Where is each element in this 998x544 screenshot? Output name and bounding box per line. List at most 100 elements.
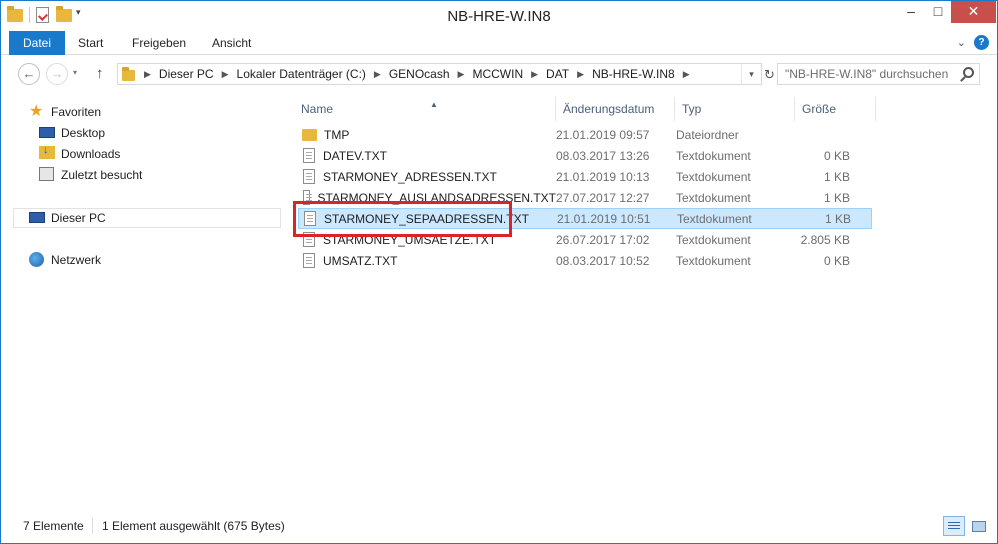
search-icon[interactable] bbox=[963, 67, 974, 78]
breadcrumb-genocash[interactable]: GENOcash bbox=[389, 67, 450, 81]
chevron-right-icon[interactable]: ▶ bbox=[683, 69, 690, 80]
sidebar-item-favorites[interactable]: ★ Favoriten bbox=[29, 102, 101, 122]
downloads-icon bbox=[39, 144, 55, 162]
file-list: ▲ Name Änderungsdatum Typ Größe TMP 21.0… bbox=[285, 93, 997, 511]
breadcrumb-drive[interactable]: Lokaler Datenträger (C:) bbox=[237, 67, 366, 81]
file-date: 08.03.2017 13:26 bbox=[556, 148, 650, 163]
chevron-right-icon[interactable]: ▶ bbox=[531, 69, 538, 80]
file-type: Textdokument bbox=[677, 211, 752, 226]
table-row[interactable]: UMSATZ.TXT 08.03.2017 10:52 Textdokument… bbox=[298, 250, 872, 271]
sidebar-item-recent[interactable]: Zuletzt besucht bbox=[39, 165, 142, 185]
status-item-count: 7 Elemente bbox=[23, 519, 84, 533]
chevron-right-icon[interactable]: ▶ bbox=[458, 69, 465, 80]
sidebar-item-label: Favoriten bbox=[51, 105, 102, 119]
up-button[interactable]: ↑ bbox=[96, 65, 104, 82]
file-type: Textdokument bbox=[676, 232, 751, 247]
forward-button[interactable]: → bbox=[46, 63, 68, 85]
chevron-right-icon[interactable]: ▶ bbox=[144, 69, 151, 80]
navigation-pane: ★ Favoriten Desktop Downloads Zuletzt be… bbox=[1, 93, 285, 511]
file-name: DATEV.TXT bbox=[323, 148, 388, 163]
file-date: 21.01.2019 09:57 bbox=[556, 127, 650, 142]
computer-icon bbox=[29, 210, 45, 226]
sidebar-item-label: Desktop bbox=[61, 126, 106, 140]
file-name: STARMONEY_ADRESSEN.TXT bbox=[323, 169, 497, 184]
ribbon-controls: ⌄ ? bbox=[957, 35, 989, 50]
text-file-icon bbox=[303, 253, 315, 268]
sidebar-item-downloads[interactable]: Downloads bbox=[39, 144, 120, 164]
file-size: 0 KB bbox=[823, 253, 850, 268]
address-bar[interactable]: ▶ Dieser PC ▶ Lokaler Datenträger (C:) ▶… bbox=[117, 63, 762, 85]
column-header-type[interactable]: Typ bbox=[675, 97, 795, 121]
file-date: 26.07.2017 17:02 bbox=[556, 232, 650, 247]
explorer-window: ▾ NB-HRE-W.IN8 – □ ✕ Datei Start Freigeb… bbox=[0, 0, 998, 544]
file-size: 0 KB bbox=[823, 148, 850, 163]
tab-start[interactable]: Start bbox=[65, 31, 116, 55]
breadcrumb-mccwin[interactable]: MCCWIN bbox=[472, 67, 523, 81]
close-button[interactable]: ✕ bbox=[951, 1, 996, 23]
table-row[interactable]: DATEV.TXT 08.03.2017 13:26 Textdokument … bbox=[298, 145, 872, 166]
breadcrumb-current[interactable]: NB-HRE-W.IN8 bbox=[592, 67, 675, 81]
column-header-date[interactable]: Änderungsdatum bbox=[556, 97, 675, 121]
table-row[interactable]: TMP 21.01.2019 09:57 Dateiordner bbox=[298, 124, 872, 145]
column-header-label: Name bbox=[301, 102, 334, 116]
sidebar-item-desktop[interactable]: Desktop bbox=[39, 123, 105, 143]
window-title: NB-HRE-W.IN8 bbox=[447, 8, 551, 25]
maximize-button[interactable]: □ bbox=[925, 1, 951, 23]
sidebar-item-label: Downloads bbox=[61, 147, 121, 161]
help-icon[interactable]: ? bbox=[974, 35, 989, 50]
recent-locations-icon[interactable]: ▾ bbox=[73, 68, 77, 77]
file-size: 2.805 KB bbox=[800, 232, 850, 247]
sidebar-item-label: Zuletzt besucht bbox=[61, 168, 143, 182]
annotation-highlight-box bbox=[293, 201, 512, 237]
file-type: Textdokument bbox=[676, 253, 751, 268]
file-type: Textdokument bbox=[676, 148, 751, 163]
large-icons-view-icon[interactable] bbox=[967, 516, 989, 536]
chevron-down-icon[interactable]: ⌄ bbox=[957, 36, 966, 49]
chevron-right-icon[interactable]: ▶ bbox=[222, 69, 229, 80]
desktop-icon bbox=[39, 125, 55, 141]
minimize-button[interactable]: – bbox=[897, 1, 925, 23]
details-view-icon[interactable] bbox=[943, 516, 965, 536]
status-bar: 7 Elemente 1 Element ausgewählt (675 Byt… bbox=[1, 513, 997, 543]
title-bar: ▾ NB-HRE-W.IN8 – □ ✕ bbox=[1, 1, 997, 31]
chevron-right-icon[interactable]: ▶ bbox=[577, 69, 584, 80]
folder-icon bbox=[302, 128, 317, 141]
breadcrumb-dat[interactable]: DAT bbox=[546, 67, 569, 81]
sidebar-item-label: Dieser PC bbox=[51, 211, 106, 225]
address-dropdown-icon[interactable]: ▾ bbox=[741, 64, 761, 84]
sidebar-item-label: Netzwerk bbox=[51, 253, 102, 267]
file-type: Textdokument bbox=[676, 169, 751, 184]
back-button[interactable]: ← bbox=[18, 63, 40, 85]
file-type: Dateiordner bbox=[676, 127, 739, 142]
file-date: 21.01.2019 10:13 bbox=[556, 169, 650, 184]
status-divider bbox=[92, 518, 93, 534]
column-header-size[interactable]: Größe bbox=[795, 97, 876, 121]
navigation-bar: ← → ▾ ↑ ▶ Dieser PC ▶ Lokaler Datenträge… bbox=[1, 57, 997, 91]
sidebar-item-this-pc[interactable]: Dieser PC bbox=[29, 208, 106, 228]
file-type: Textdokument bbox=[676, 190, 751, 205]
star-icon: ★ bbox=[29, 103, 44, 120]
file-date: 08.03.2017 10:52 bbox=[556, 253, 650, 268]
text-file-icon bbox=[303, 148, 315, 163]
table-row[interactable]: STARMONEY_ADRESSEN.TXT 21.01.2019 10:13 … bbox=[298, 166, 872, 187]
recent-places-icon bbox=[39, 167, 55, 183]
file-size: 1 KB bbox=[823, 190, 850, 205]
tab-share[interactable]: Freigeben bbox=[119, 31, 199, 55]
tab-file[interactable]: Datei bbox=[9, 31, 65, 55]
search-box bbox=[777, 63, 980, 85]
folder-icon bbox=[122, 66, 136, 81]
search-input[interactable] bbox=[778, 64, 956, 84]
sort-ascending-icon: ▲ bbox=[430, 100, 438, 109]
chevron-right-icon[interactable]: ▶ bbox=[374, 69, 381, 80]
breadcrumb-this-pc[interactable]: Dieser PC bbox=[159, 67, 214, 81]
sidebar-item-network[interactable]: Netzwerk bbox=[29, 250, 101, 270]
text-file-icon bbox=[303, 169, 315, 184]
refresh-icon[interactable]: ↻ bbox=[764, 67, 775, 83]
file-date: 27.07.2017 12:27 bbox=[556, 190, 650, 205]
file-name: UMSATZ.TXT bbox=[323, 253, 398, 268]
file-name: TMP bbox=[324, 127, 350, 142]
ribbon-tabs: Datei Start Freigeben Ansicht ⌄ ? bbox=[1, 31, 997, 55]
tab-view[interactable]: Ansicht bbox=[199, 31, 264, 55]
column-header-name[interactable]: ▲ Name bbox=[294, 97, 556, 121]
file-size: 1 KB bbox=[824, 211, 851, 226]
